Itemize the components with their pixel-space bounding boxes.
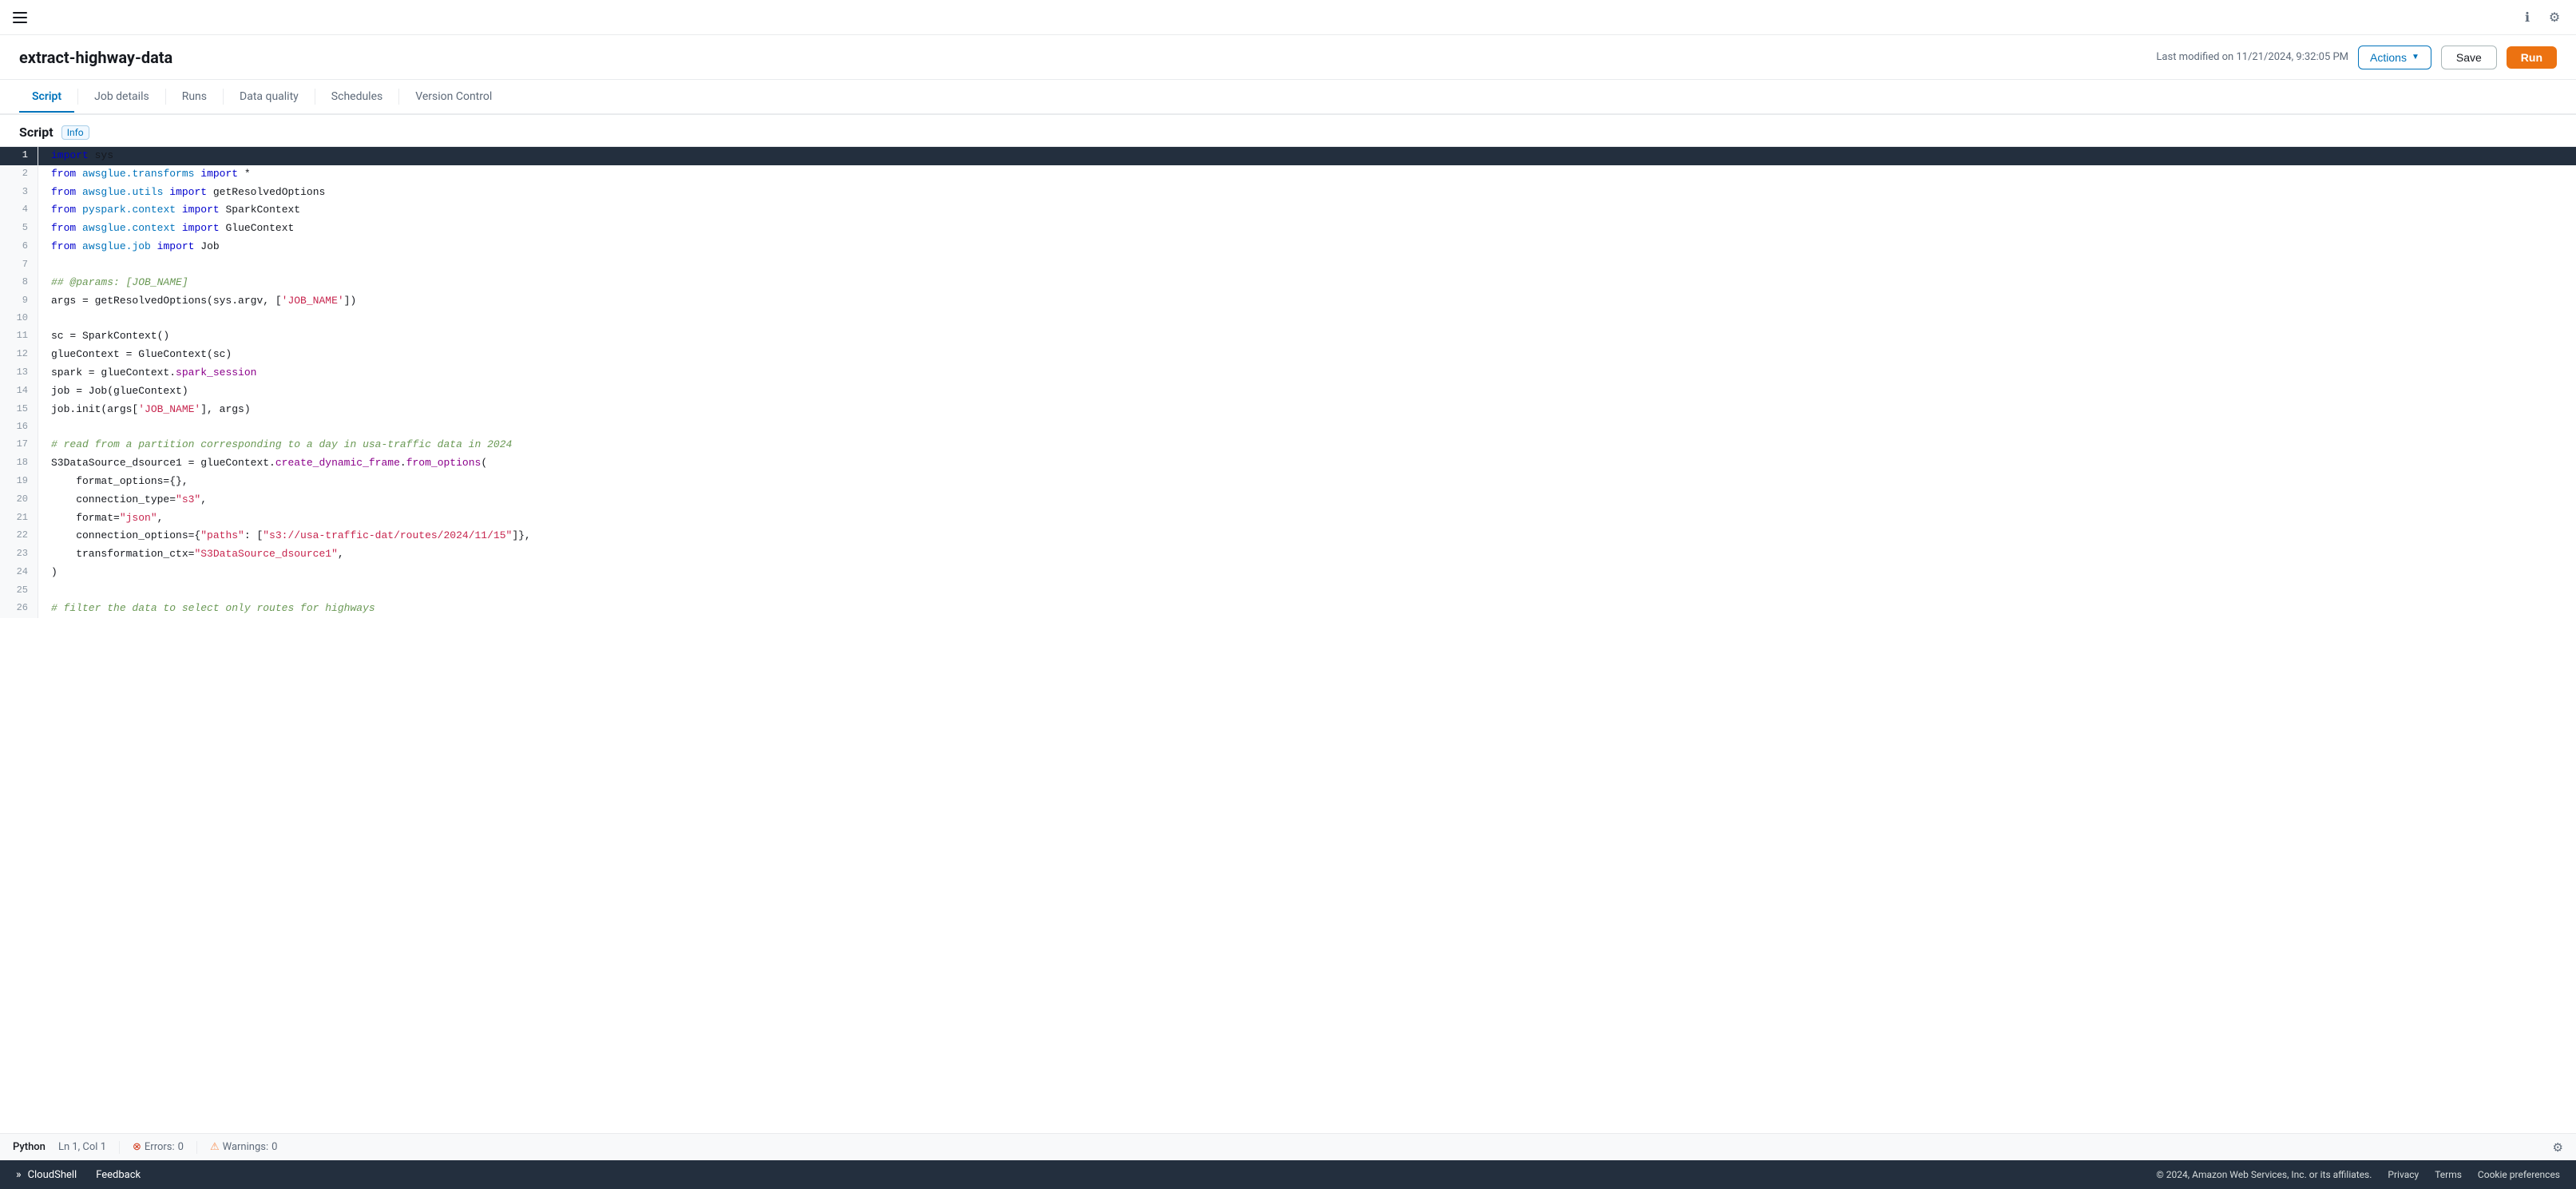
warning-triangle-icon: ⚠ bbox=[210, 1141, 220, 1153]
code-line: 11 sc = SparkContext() bbox=[0, 327, 2576, 346]
hamburger-menu-icon[interactable] bbox=[13, 10, 29, 26]
status-bar: Python Ln 1, Col 1 ⊗ Errors: 0 ⚠ Warning… bbox=[0, 1133, 2576, 1160]
actions-chevron-icon: ▼ bbox=[2412, 53, 2419, 61]
settings-icon-nav[interactable]: ⚙ bbox=[2546, 9, 2563, 26]
code-line: 18 S3DataSource_dsource1 = glueContext.c… bbox=[0, 454, 2576, 473]
footer-left: » CloudShell Feedback bbox=[16, 1168, 141, 1181]
footer-cookie-link[interactable]: Cookie preferences bbox=[2478, 1169, 2560, 1180]
code-line: 15 job.init(args['JOB_NAME'], args) bbox=[0, 401, 2576, 419]
code-lines: 1 import sys 2 from awsglue.transforms i… bbox=[0, 147, 2576, 618]
status-divider-2 bbox=[196, 1141, 197, 1154]
script-section: Script Info 1 import sys 2 from awsglue.… bbox=[0, 115, 2576, 1160]
tab-script[interactable]: Script bbox=[19, 82, 74, 113]
cloudshell-terminal-icon: » bbox=[16, 1168, 22, 1181]
tab-divider-1 bbox=[77, 89, 78, 105]
cloudshell-label[interactable]: CloudShell bbox=[28, 1169, 77, 1181]
last-modified-text: Last modified on 11/21/2024, 9:32:05 PM bbox=[2156, 51, 2348, 63]
code-line: 13 spark = glueContext.spark_session bbox=[0, 364, 2576, 382]
script-info-badge[interactable]: Info bbox=[61, 125, 89, 140]
errors-label: Errors: bbox=[145, 1141, 175, 1153]
status-errors: ⊗ Errors: 0 bbox=[133, 1141, 184, 1153]
footer-copyright: © 2024, Amazon Web Services, Inc. or its… bbox=[2156, 1169, 2372, 1180]
run-button[interactable]: Run bbox=[2507, 46, 2557, 69]
tab-version-control[interactable]: Version Control bbox=[402, 82, 505, 113]
code-line: 6 from awsglue.job import Job bbox=[0, 238, 2576, 256]
tab-schedules[interactable]: Schedules bbox=[319, 82, 395, 113]
header-actions: Last modified on 11/21/2024, 9:32:05 PM … bbox=[2156, 46, 2557, 69]
script-section-label: Script bbox=[19, 125, 54, 140]
info-icon[interactable]: ℹ bbox=[2519, 9, 2536, 26]
status-language: Python bbox=[13, 1141, 46, 1153]
status-divider bbox=[119, 1141, 120, 1154]
tab-job-details[interactable]: Job details bbox=[81, 82, 162, 113]
code-line: 9 args = getResolvedOptions(sys.argv, ['… bbox=[0, 292, 2576, 311]
save-button[interactable]: Save bbox=[2441, 46, 2497, 69]
footer-privacy-link[interactable]: Privacy bbox=[2388, 1169, 2419, 1180]
status-position: Ln 1, Col 1 bbox=[58, 1141, 106, 1153]
code-line: 4 from pyspark.context import SparkConte… bbox=[0, 201, 2576, 220]
page-header: extract-highway-data Last modified on 11… bbox=[0, 35, 2576, 80]
code-line: 10 bbox=[0, 310, 2576, 327]
tab-divider-3 bbox=[223, 89, 224, 105]
code-line: 25 bbox=[0, 582, 2576, 600]
page-title: extract-highway-data bbox=[19, 48, 172, 67]
code-line: 3 from awsglue.utils import getResolvedO… bbox=[0, 184, 2576, 202]
tab-divider-2 bbox=[165, 89, 166, 105]
code-line: 26 # filter the data to select only rout… bbox=[0, 600, 2576, 618]
tab-runs[interactable]: Runs bbox=[169, 82, 220, 113]
code-line: 5 from awsglue.context import GlueContex… bbox=[0, 220, 2576, 238]
code-line: 20 connection_type="s3", bbox=[0, 491, 2576, 509]
status-settings-icon[interactable]: ⚙ bbox=[2553, 1140, 2563, 1155]
script-section-header: Script Info bbox=[0, 115, 2576, 146]
footer-right: © 2024, Amazon Web Services, Inc. or its… bbox=[2156, 1169, 2560, 1180]
code-line: 14 job = Job(glueContext) bbox=[0, 382, 2576, 401]
tab-data-quality[interactable]: Data quality bbox=[227, 82, 311, 113]
code-line: 2 from awsglue.transforms import * bbox=[0, 165, 2576, 184]
code-line: 16 bbox=[0, 418, 2576, 436]
code-line: 21 format="json", bbox=[0, 509, 2576, 528]
top-nav-right: ℹ ⚙ bbox=[2519, 9, 2563, 26]
actions-button[interactable]: Actions ▼ bbox=[2358, 46, 2431, 69]
code-editor[interactable]: 1 import sys 2 from awsglue.transforms i… bbox=[0, 146, 2576, 1133]
code-line: 8 ## @params: [JOB_NAME] bbox=[0, 274, 2576, 292]
code-line: 22 connection_options={"paths": ["s3://u… bbox=[0, 527, 2576, 545]
code-line: 17 # read from a partition corresponding… bbox=[0, 436, 2576, 454]
code-line: 1 import sys bbox=[0, 147, 2576, 165]
footer-feedback-label[interactable]: Feedback bbox=[96, 1169, 141, 1181]
tab-bar: Script Job details Runs Data quality Sch… bbox=[0, 80, 2576, 115]
code-line: 7 bbox=[0, 256, 2576, 274]
code-line: 19 format_options={}, bbox=[0, 473, 2576, 491]
error-circle-icon: ⊗ bbox=[133, 1141, 141, 1153]
code-line: 12 glueContext = GlueContext(sc) bbox=[0, 346, 2576, 364]
warnings-label: Warnings: bbox=[223, 1141, 268, 1153]
top-nav: ℹ ⚙ bbox=[0, 0, 2576, 35]
errors-count: 0 bbox=[178, 1141, 184, 1153]
footer: » CloudShell Feedback © 2024, Amazon Web… bbox=[0, 1160, 2576, 1189]
code-line: 24 ) bbox=[0, 564, 2576, 582]
tab-divider-5 bbox=[398, 89, 399, 105]
status-warnings: ⚠ Warnings: 0 bbox=[210, 1141, 277, 1153]
code-line: 23 transformation_ctx="S3DataSource_dsou… bbox=[0, 545, 2576, 564]
footer-terms-link[interactable]: Terms bbox=[2435, 1169, 2462, 1180]
warnings-count: 0 bbox=[271, 1141, 277, 1153]
